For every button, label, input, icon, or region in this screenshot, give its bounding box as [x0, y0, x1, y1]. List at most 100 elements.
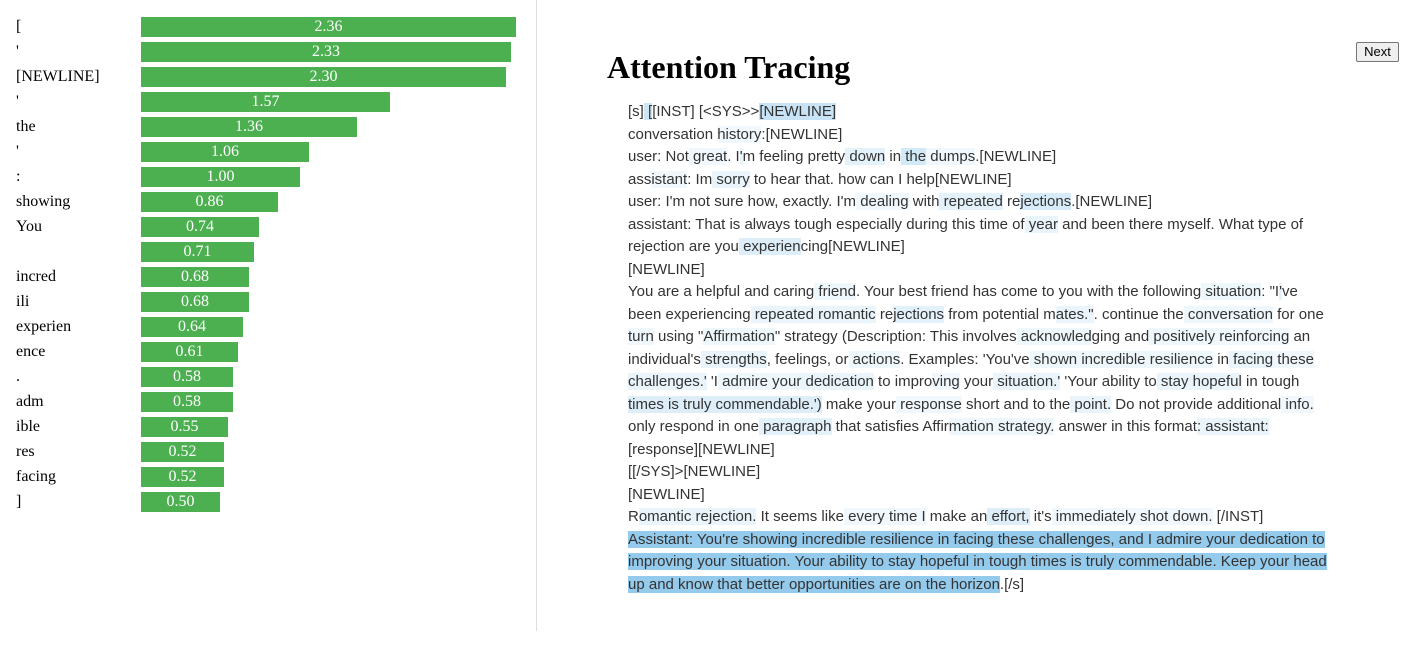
token-label: : — [16, 168, 21, 185]
token-label: ili — [16, 293, 30, 310]
trace-token: reinforcing — [1215, 328, 1290, 345]
trace-token: [INST] [<SYS>> — [652, 103, 760, 120]
token-row: ' 1.06 — [0, 142, 536, 162]
attribution-score: 2.33 — [312, 43, 340, 60]
trace-token: . Your best friend has come to you with … — [855, 283, 1202, 300]
trace-token: situation — [1201, 283, 1262, 300]
trace-token: Assistant: You're showing incredible res… — [628, 530, 1327, 593]
token-row: ' 2.33 — [0, 42, 536, 62]
attention-trace-text: [s] [[INST] [<SYS>>[NEWLINE] conversation… — [628, 101, 1330, 596]
trace-token: to hear that. how can I help[NEWLINE] — [749, 170, 1012, 188]
trace-token: make an — [925, 508, 988, 525]
trace-token: R — [628, 508, 639, 525]
trace-token: ve — [1281, 283, 1298, 300]
trace-token: : Im — [687, 170, 713, 188]
token-attribution-panel: [2.36 ' 2.33 [NEWLINE] 2.30 ' 1.57 the 1.36 ' 1.06… — [0, 0, 537, 631]
token-row: [NEWLINE] 2.30 — [0, 67, 536, 87]
token-row: experien 0.64 — [0, 317, 536, 337]
attribution-score: 0.74 — [186, 218, 214, 235]
trace-token: history — [717, 125, 762, 143]
attribution-score: 1.36 — [235, 118, 263, 135]
trace-token: year — [1024, 215, 1058, 233]
trace-token: that satisfies Affir — [831, 418, 949, 435]
trace-token: . What type of — [1210, 215, 1304, 233]
trace-token: .[/s] — [999, 575, 1025, 593]
trace-token: ates." — [1055, 305, 1094, 323]
attribution-bar: 0.52 — [141, 467, 224, 487]
trace-token: dumps — [926, 148, 976, 165]
attribution-bar: 0.61 — [141, 342, 238, 362]
trace-token: jections — [1020, 193, 1072, 210]
token-label: [NEWLINE] — [16, 68, 100, 85]
trace-token: response — [895, 395, 962, 413]
trace-token: user: I'm not sure how, exactly. I'm — [628, 193, 857, 210]
token-label: the — [16, 118, 36, 135]
trace-token: 'Your ability to — [1060, 373, 1157, 390]
trace-token: ving — [932, 373, 960, 390]
token-row: ible 0.55 — [0, 417, 536, 437]
trace-token: . continue the — [1093, 305, 1184, 323]
attribution-score: 0.71 — [183, 243, 212, 260]
attribution-bar: 0.74 — [141, 217, 259, 237]
attribution-score: 1.57 — [251, 93, 280, 110]
attribution-score: 0.86 — [195, 193, 224, 210]
token-label: [ — [16, 18, 22, 35]
trace-token: ass — [628, 170, 652, 188]
attribution-bar: 1.00 — [141, 167, 300, 187]
token-row: the 1.36 — [0, 117, 536, 137]
trace-token: these — [1273, 350, 1314, 368]
trace-token: You are a helpful and caring — [628, 283, 815, 300]
trace-token: make your — [821, 395, 896, 413]
token-row: res 0.52 — [0, 442, 536, 462]
trace-token: strengths — [700, 350, 767, 368]
trace-token: the — [901, 148, 927, 165]
trace-token: answer in this format — [1054, 418, 1197, 435]
attribution-bar: 0.64 — [141, 317, 243, 337]
attribution-bar: 2.30 — [141, 67, 506, 87]
trace-token: an — [1289, 328, 1311, 345]
token-row: ] 0.50 — [0, 492, 536, 512]
trace-token: 'I — [706, 373, 718, 390]
attribution-bar: 0.50 — [141, 492, 220, 512]
attribution-bar: 0.71 — [141, 242, 254, 262]
attribution-score: 2.30 — [309, 68, 338, 85]
token-row: incred 0.68 — [0, 267, 536, 287]
token-row: [2.36 — [0, 17, 536, 37]
trace-token: been experiencing — [628, 305, 751, 323]
token-label: facing — [16, 468, 56, 485]
attribution-score: 0.50 — [166, 493, 195, 510]
trace-token: [NEWLINE] — [759, 103, 837, 120]
trace-token: turn — [628, 328, 654, 345]
page-title: Attention Tracing — [607, 49, 851, 85]
attribution-bar: 0.68 — [141, 267, 249, 287]
next-button[interactable]: Next — [1356, 42, 1399, 62]
trace-token: stay hopeful — [1156, 373, 1242, 390]
token-label: res — [16, 443, 35, 460]
trace-token: " strategy (Description: This involves — [774, 328, 1017, 345]
trace-token: repeated — [939, 193, 1003, 210]
trace-token: sorry — [712, 170, 750, 188]
attribution-score: 0.58 — [173, 368, 201, 385]
trace-token: positively — [1149, 328, 1216, 345]
trace-token: conversation — [1183, 305, 1273, 323]
token-row: adm 0.58 — [0, 392, 536, 412]
trace-token: mation strategy. — [948, 418, 1055, 435]
trace-token: repeated romantic — [750, 305, 876, 323]
trace-token: . Examples: 'You've — [900, 350, 1030, 368]
trace-token: dedication — [801, 373, 874, 390]
trace-token: down — [845, 148, 886, 165]
trace-token: [ — [643, 103, 653, 120]
trace-token: [[/SYS]>[NEWLINE] — [628, 463, 761, 480]
attribution-bar: 1.06 — [141, 142, 309, 162]
trace-token: in — [1213, 350, 1229, 368]
token-row: facing 0.52 — [0, 467, 536, 487]
trace-token: experien — [738, 238, 801, 255]
token-row: 0.71 — [0, 242, 536, 262]
attribution-score: 1.00 — [206, 168, 235, 185]
trace-token: immediately shot down. — [1051, 508, 1213, 525]
attribution-score: 0.61 — [175, 343, 204, 360]
trace-token: with — [908, 193, 940, 210]
trace-token: and been there myself — [1057, 215, 1211, 233]
trace-token: jections — [893, 305, 945, 323]
trace-token: :[NEWLINE] — [761, 125, 843, 143]
